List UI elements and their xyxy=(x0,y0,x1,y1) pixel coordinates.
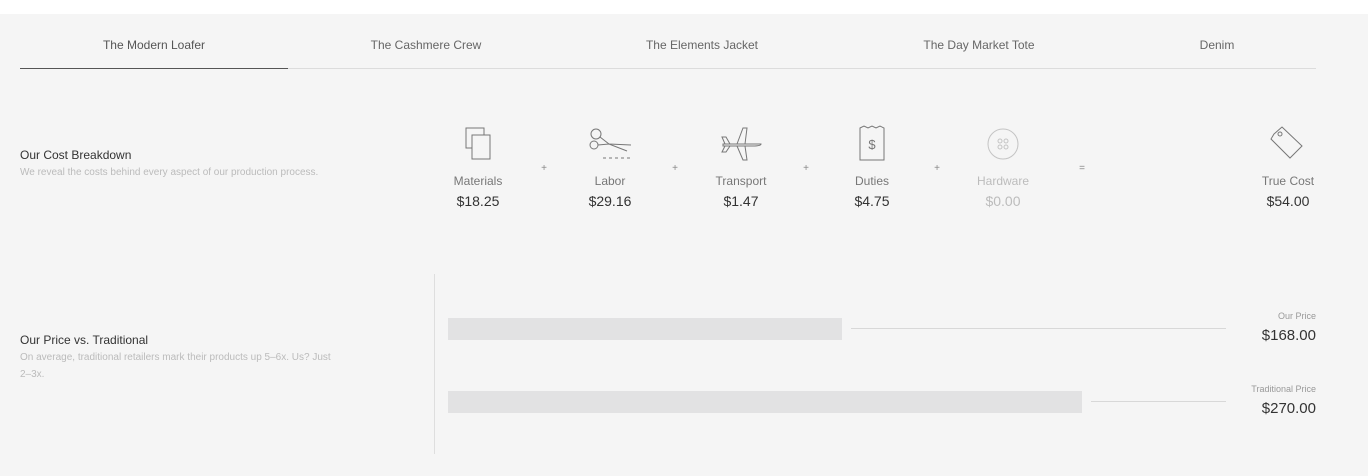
our-price-guide-line xyxy=(851,328,1226,329)
cost-item-materials: Materials $18.25 xyxy=(423,124,533,209)
traditional-price-value: $270.00 xyxy=(1261,400,1316,417)
tab-elements-jacket[interactable]: The Elements Jacket xyxy=(564,14,840,68)
cost-label: Labor xyxy=(594,174,626,188)
plus-operator: + xyxy=(541,163,547,174)
tab-modern-loafer[interactable]: The Modern Loafer xyxy=(20,14,288,69)
divider xyxy=(434,274,435,454)
cost-breakdown-description: We reveal the costs behind every aspect … xyxy=(20,167,319,178)
materials-icon xyxy=(423,124,533,164)
cost-transparency-panel: The Modern Loafer The Cashmere Crew The … xyxy=(0,14,1368,476)
cost-value: $4.75 xyxy=(854,193,890,209)
airplane-icon xyxy=(686,124,796,164)
product-tabs: The Modern Loafer The Cashmere Crew The … xyxy=(20,14,1316,69)
cost-value: $54.00 xyxy=(1266,193,1310,209)
traditional-price-guide-line xyxy=(1091,401,1226,402)
cost-label: Hardware xyxy=(976,174,1030,188)
price-comparison-title: Our Price vs. Traditional xyxy=(20,333,149,347)
cost-breakdown-title: Our Cost Breakdown xyxy=(20,148,132,162)
plus-operator: + xyxy=(672,163,678,174)
cost-label: Duties xyxy=(854,174,889,188)
plus-operator: + xyxy=(803,163,809,174)
cost-item-hardware: Hardware $0.00 xyxy=(948,124,1058,209)
cost-item-labor: Labor $29.16 xyxy=(555,124,665,209)
price-comparison-description: On average, traditional retailers mark t… xyxy=(20,352,331,380)
receipt-icon: $ xyxy=(817,124,927,164)
traditional-price-label: Traditional Price xyxy=(1251,384,1316,394)
price-tag-icon xyxy=(1233,124,1343,164)
our-price-value: $168.00 xyxy=(1261,327,1316,344)
button-icon xyxy=(948,124,1058,164)
svg-text:$: $ xyxy=(868,137,876,152)
our-price-label: Our Price xyxy=(1277,311,1316,321)
equals-operator: = xyxy=(1079,163,1085,174)
cost-value: $18.25 xyxy=(456,193,500,209)
cost-item-duties: $ Duties $4.75 xyxy=(817,124,927,209)
cost-value: $1.47 xyxy=(723,193,759,209)
traditional-price-bar xyxy=(448,391,1082,413)
cost-value: $0.00 xyxy=(985,193,1021,209)
tab-day-market-tote[interactable]: The Day Market Tote xyxy=(840,14,1118,68)
cost-item-true-cost: True Cost $54.00 xyxy=(1233,124,1343,209)
cost-item-transport: Transport $1.47 xyxy=(686,124,796,209)
scissors-icon xyxy=(555,124,665,164)
cost-label: Transport xyxy=(715,174,767,188)
cost-value: $29.16 xyxy=(588,193,632,209)
tab-denim[interactable]: Denim xyxy=(1118,14,1316,68)
cost-label: Materials xyxy=(453,174,503,188)
our-price-bar xyxy=(448,318,842,340)
cost-label: True Cost xyxy=(1261,174,1315,188)
plus-operator: + xyxy=(934,163,940,174)
tab-cashmere-crew[interactable]: The Cashmere Crew xyxy=(288,14,564,68)
